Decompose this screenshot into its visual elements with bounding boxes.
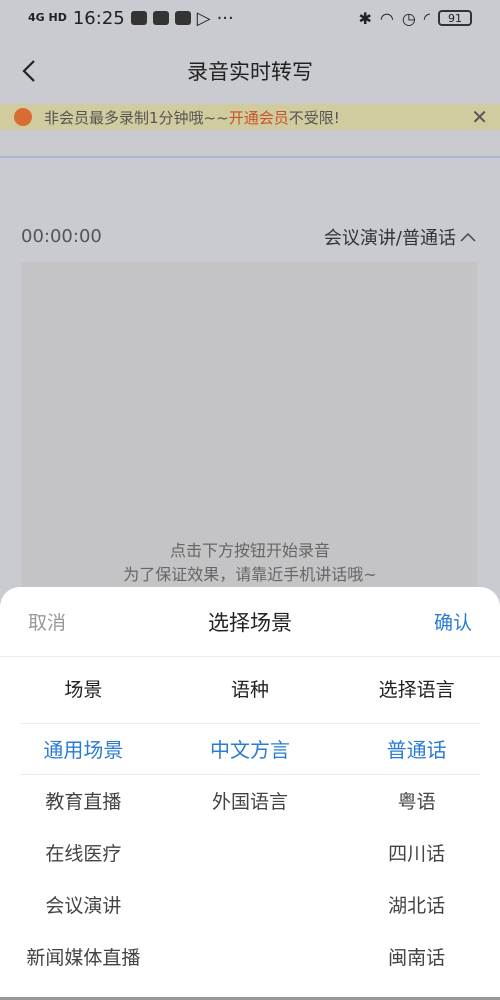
membership-banner: 非会员最多录制1分钟哦~~ 开通会员 不受限! ✕ <box>0 104 500 130</box>
language-type-column: 中文方言 外国语言 <box>167 725 334 985</box>
hint-line-1: 点击下方按钮开始录音 <box>169 541 330 560</box>
more-icon: ··· <box>216 7 234 29</box>
mail-icon-2 <box>174 11 191 25</box>
open-membership-link[interactable]: 开通会员 <box>229 107 289 128</box>
language-option[interactable]: 粤语 <box>398 777 436 829</box>
cancel-button[interactable]: 取消 <box>28 608 66 635</box>
language-option[interactable]: 湖北话 <box>388 881 445 933</box>
sheet-title: 选择场景 <box>208 610 292 635</box>
hd-icon <box>130 11 147 25</box>
play-icon: ▷ <box>196 7 211 29</box>
divider <box>0 156 500 158</box>
scene-option[interactable]: 在线医疗 <box>45 829 121 881</box>
scene-option[interactable]: 新闻媒体直播 <box>26 933 140 985</box>
picker-columns: 通用场景 教育直播 在线医疗 会议演讲 新闻媒体直播 中文方言 外国语言 普通话… <box>0 725 500 985</box>
alarm-icon: ◷ <box>401 8 416 28</box>
member-icon <box>14 108 32 126</box>
scene-option[interactable]: 通用场景 <box>43 725 123 777</box>
wifi-icon: ◜ <box>423 8 430 28</box>
banner-text: 非会员最多录制1分钟哦~~ <box>44 108 229 127</box>
language-type-option[interactable]: 外国语言 <box>212 777 288 829</box>
status-bar: 4G HD 16:25 ▷ ··· ✱ ◠ ◷ ◜ 91 <box>0 0 500 36</box>
language-option[interactable]: 四川话 <box>388 829 445 881</box>
language-option[interactable]: 普通话 <box>387 725 447 777</box>
header: 录音实时转写 <box>0 36 500 106</box>
mail-icon <box>152 11 169 25</box>
scene-label: 会议演讲/普通话 <box>323 228 456 249</box>
header-select-language: 选择语言 <box>378 679 455 701</box>
scene-picker-sheet: 取消 选择场景 确认 场景 语种 选择语言 通用场景 教育直播 在线医疗 会议演… <box>0 587 500 997</box>
scene-option[interactable]: 会议演讲 <box>45 881 121 933</box>
column-headers: 场景 语种 选择语言 <box>0 675 500 702</box>
header-language-type: 语种 <box>231 679 270 701</box>
language-column: 普通话 粤语 四川话 湖北话 闽南话 <box>333 725 500 985</box>
record-timer: 00:00:00 <box>21 226 102 247</box>
bluetooth-icon: ✱ <box>358 8 372 28</box>
language-type-option[interactable]: 中文方言 <box>210 725 290 777</box>
scene-column: 通用场景 教育直播 在线医疗 会议演讲 新闻媒体直播 <box>0 725 167 985</box>
back-button[interactable] <box>14 56 44 86</box>
scene-selector[interactable]: 会议演讲/普通话 <box>324 224 476 250</box>
divider <box>20 723 480 724</box>
scene-option[interactable]: 教育直播 <box>45 777 121 829</box>
clock: 16:25 <box>72 7 125 29</box>
language-option[interactable]: 闽南话 <box>388 933 445 985</box>
chevron-left-icon <box>22 60 35 82</box>
battery-icon: 91 <box>438 10 472 26</box>
signal-icon: 4G HD <box>28 11 67 24</box>
page-title: 录音实时转写 <box>187 60 313 84</box>
sheet-header: 取消 选择场景 确认 <box>0 587 500 657</box>
close-icon[interactable]: ✕ <box>471 104 488 130</box>
headphones-icon: ◠ <box>379 8 394 28</box>
chevron-up-icon <box>460 232 476 242</box>
hint-line-2: 为了保证效果，请靠近手机讲话哦~ <box>123 565 377 584</box>
header-scene: 场景 <box>64 679 103 701</box>
banner-suffix: 不受限! <box>288 108 340 127</box>
confirm-button[interactable]: 确认 <box>434 608 472 635</box>
